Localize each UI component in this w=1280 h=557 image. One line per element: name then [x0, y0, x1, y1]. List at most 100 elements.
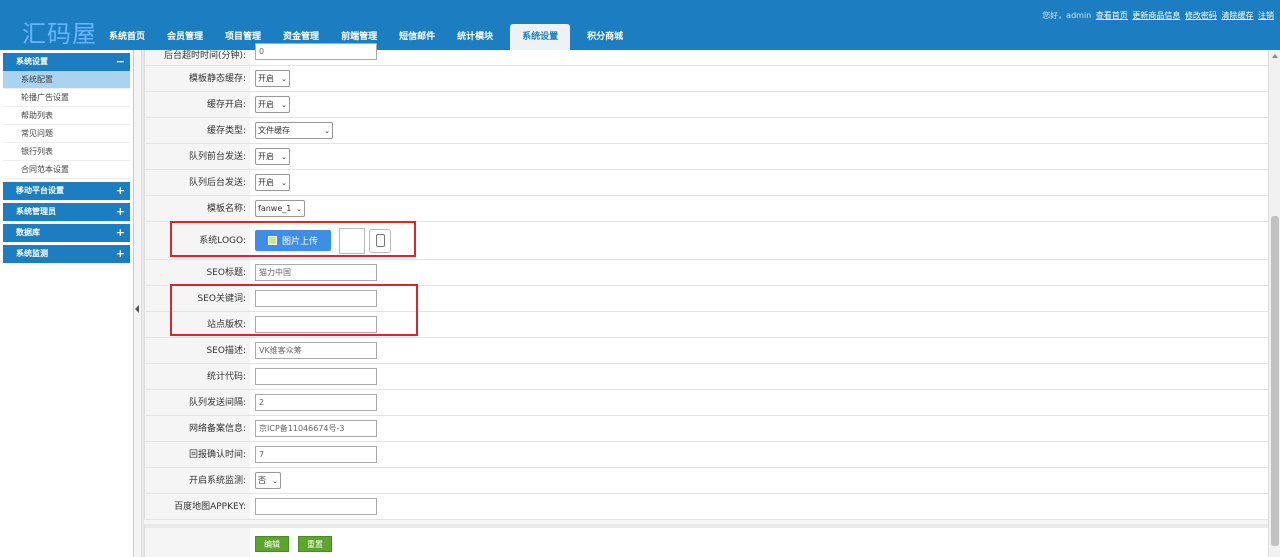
sidebar-head-label: 系统设置: [16, 57, 48, 66]
user-bar: 您好，admin 查看首页 更新商品信息 修改密码 清除缓存 注销: [1042, 10, 1274, 21]
row-timeout: 后台超时时间(分钟):: [145, 43, 1268, 66]
nav-sms-email[interactable]: 短信邮件: [388, 24, 446, 50]
queue-back-select[interactable]: 开启 ⌄: [255, 174, 290, 191]
label-seo-desc: SEO描述:: [145, 338, 250, 363]
timeout-input[interactable]: [255, 43, 377, 60]
cache-on-select[interactable]: 开启 ⌄: [255, 96, 290, 113]
expand-icon: +: [115, 205, 125, 218]
sidebar-head-label: 移动平台设置: [16, 186, 64, 195]
link-view-home[interactable]: 查看首页: [1096, 11, 1128, 20]
label-timeout: 后台超时时间(分钟):: [145, 50, 250, 65]
sidebar-head-label: 系统管理员: [16, 207, 56, 216]
expand-icon: +: [115, 184, 125, 197]
nav-system-settings[interactable]: 系统设置: [510, 24, 571, 50]
label-stat-code: 统计代码:: [145, 364, 250, 389]
sidebar-item-carousel-ads[interactable]: 轮播广告设置: [3, 89, 130, 107]
link-clear-cache[interactable]: 清除缓存: [1221, 11, 1253, 20]
label-icp: 网络备案信息:: [145, 416, 250, 441]
nav-home[interactable]: 系统首页: [98, 24, 156, 50]
row-stat-code: 统计代码:: [145, 364, 1268, 390]
sidebar-head-system-settings[interactable]: 系统设置 −: [3, 53, 130, 71]
expand-icon: +: [115, 247, 125, 260]
edit-button[interactable]: 编辑: [255, 536, 289, 552]
collapse-arrow-icon[interactable]: [135, 305, 139, 313]
chevron-down-icon: ⌄: [296, 204, 302, 213]
sidebar-item-help-list[interactable]: 帮助列表: [3, 107, 130, 125]
row-cache-on: 缓存开启: 开启 ⌄: [145, 92, 1268, 118]
row-queue-interval: 队列发送间隔:: [145, 390, 1268, 416]
label-confirm-time: 回报确认时间:: [145, 442, 250, 467]
sidebar-head-label: 数据库: [16, 228, 40, 237]
sidebar-item-faq[interactable]: 常见问题: [3, 125, 130, 143]
sidebar-head-mobile[interactable]: 移动平台设置 +: [3, 182, 130, 200]
greeting: 您好，admin: [1042, 11, 1092, 20]
reset-button[interactable]: 重置: [298, 536, 332, 552]
row-seo-desc: SEO描述:: [145, 338, 1268, 364]
queue-front-select[interactable]: 开启 ⌄: [255, 148, 290, 165]
sidebar: 系统设置 − 系统配置 轮播广告设置 帮助列表 常见问题 银行列表 合同范本设置…: [0, 50, 134, 557]
sidebar-group-system-settings: 系统设置 − 系统配置 轮播广告设置 帮助列表 常见问题 银行列表 合同范本设置: [3, 53, 130, 179]
chevron-down-icon: ⌄: [272, 476, 278, 485]
link-change-password[interactable]: 修改密码: [1185, 11, 1217, 20]
sidebar-group-monitor: 系统监测 +: [3, 245, 130, 263]
sidebar-head-database[interactable]: 数据库 +: [3, 224, 130, 242]
seo-title-input[interactable]: [255, 264, 377, 281]
sidebar-group-mobile: 移动平台设置 +: [3, 182, 130, 200]
row-tpl-static-cache: 模板静态缓存: 开启 ⌄: [145, 66, 1268, 92]
nav-stats[interactable]: 统计模块: [446, 24, 504, 50]
label-queue-interval: 队列发送间隔:: [145, 390, 250, 415]
chevron-down-icon: ⌄: [281, 74, 287, 83]
sidebar-head-label: 系统监测: [16, 249, 48, 258]
label-queue-front: 队列前台发送:: [145, 144, 250, 169]
template-select[interactable]: fanwe_1 ⌄: [255, 200, 305, 217]
label-seo-title: SEO标题:: [145, 260, 250, 285]
link-update-products[interactable]: 更新商品信息: [1132, 11, 1180, 20]
label-baidu-key: 百度地图APPKEY:: [145, 494, 250, 519]
row-template: 模板名称: fanwe_1 ⌄: [145, 196, 1268, 222]
icp-input[interactable]: [255, 420, 377, 437]
monitor-select[interactable]: 否 ⌄: [255, 472, 281, 489]
chevron-down-icon: ⌄: [324, 126, 330, 135]
sidebar-item-contract-template[interactable]: 合同范本设置: [3, 161, 130, 179]
label-cache-on: 缓存开启:: [145, 92, 250, 117]
sidebar-head-admins[interactable]: 系统管理员 +: [3, 203, 130, 221]
nav-points-mall[interactable]: 积分商城: [576, 24, 634, 50]
confirm-time-input[interactable]: [255, 446, 377, 463]
sidebar-splitter[interactable]: [134, 50, 142, 557]
sidebar-group-admins: 系统管理员 +: [3, 203, 130, 221]
expand-icon: +: [115, 226, 125, 239]
baidu-key-input[interactable]: [255, 498, 377, 515]
scroll-thumb[interactable]: [1271, 216, 1279, 546]
main-content: 后台超时时间(分钟): 模板静态缓存: 开启⌄ 缓存开启: 开启⌄ 缓存类型: …: [144, 43, 1268, 557]
label-queue-back: 队列后台发送:: [145, 170, 250, 195]
row-queue-front: 队列前台发送: 开启 ⌄: [145, 144, 1268, 170]
scroll-up-icon[interactable]: [1272, 54, 1278, 58]
chevron-down-icon: ⌄: [281, 100, 287, 109]
row-monitor: 开启系统监测: 否 ⌄: [145, 468, 1268, 494]
label-tpl-static-cache: 模板静态缓存:: [145, 66, 250, 91]
sidebar-group-database: 数据库 +: [3, 224, 130, 242]
site-logo: 汇码屋: [22, 20, 97, 48]
link-logout[interactable]: 注销: [1258, 11, 1274, 20]
chevron-down-icon: ⌄: [281, 152, 287, 161]
nav-members[interactable]: 会员管理: [156, 24, 214, 50]
label-cache-type: 缓存类型:: [145, 118, 250, 143]
sidebar-item-bank-list[interactable]: 银行列表: [3, 143, 130, 161]
cache-type-select[interactable]: 文件缓存 ⌄: [255, 122, 333, 139]
row-baidu-key: 百度地图APPKEY:: [145, 494, 1268, 520]
stat-code-input[interactable]: [255, 368, 377, 385]
label-monitor: 开启系统监测:: [145, 468, 250, 493]
collapse-icon: −: [115, 55, 125, 68]
row-seo-title: SEO标题:: [145, 260, 1268, 286]
chevron-down-icon: ⌄: [281, 178, 287, 187]
highlight-seo-copyright: [170, 284, 418, 336]
seo-desc-input[interactable]: [255, 342, 377, 359]
row-queue-back: 队列后台发送: 开启 ⌄: [145, 170, 1268, 196]
queue-interval-input[interactable]: [255, 394, 377, 411]
sidebar-item-system-config[interactable]: 系统配置: [3, 71, 130, 89]
row-icp: 网络备案信息:: [145, 416, 1268, 442]
sidebar-head-monitor[interactable]: 系统监测 +: [3, 245, 130, 263]
action-bar: 编辑 重置: [144, 524, 1268, 557]
tpl-static-cache-select[interactable]: 开启 ⌄: [255, 70, 290, 87]
scrollbar[interactable]: [1268, 50, 1280, 557]
